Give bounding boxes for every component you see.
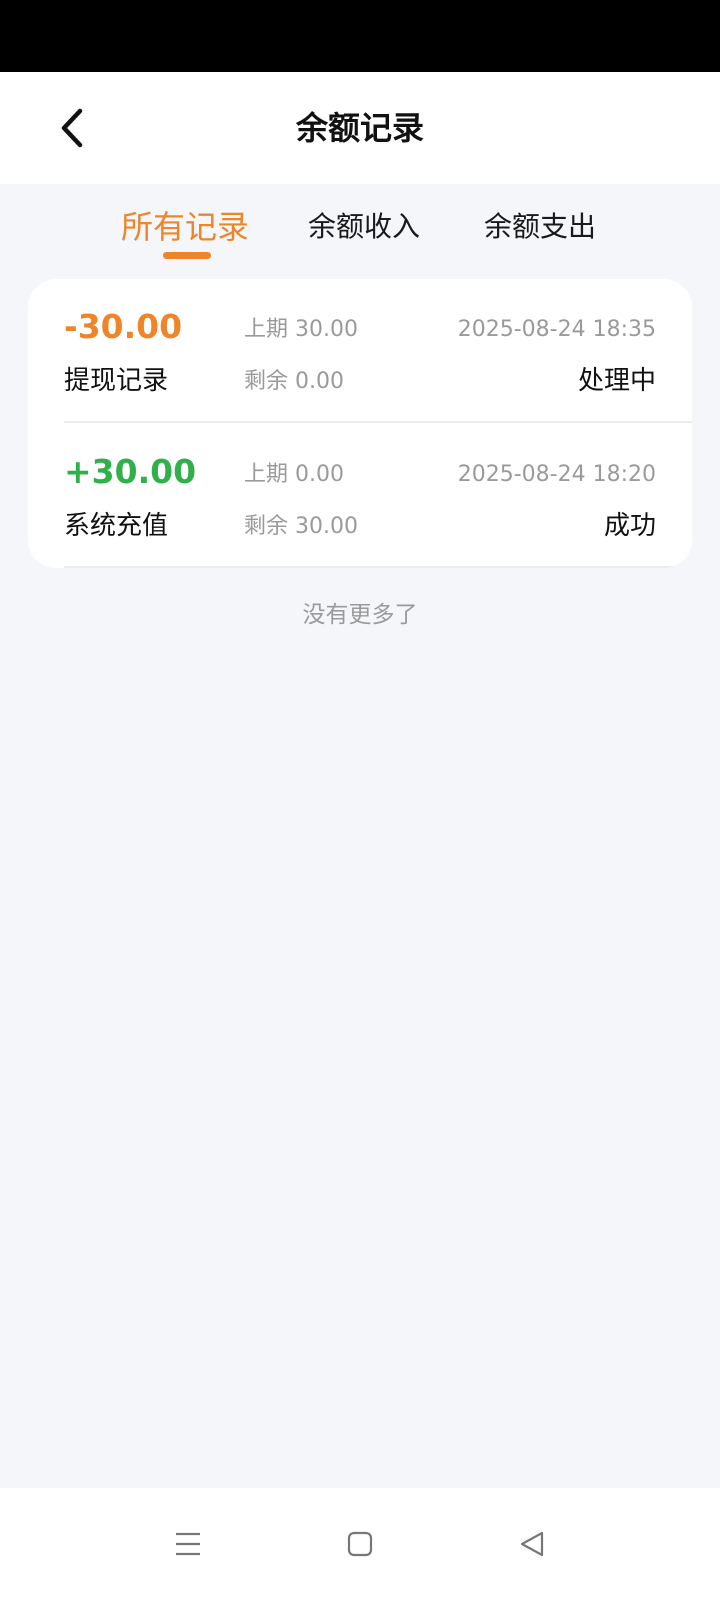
record-amount: -30.00: [64, 307, 183, 346]
record-status: 成功: [603, 511, 656, 541]
menu-icon: [176, 1532, 200, 1556]
tab-active-indicator: [163, 252, 211, 259]
record-prev-balance: 上期 30.00: [244, 317, 358, 342]
record-time: 2025-08-24 18:20: [457, 462, 656, 487]
home-square-icon: [347, 1531, 373, 1557]
tab-bar: 所有记录 余额收入 余额支出: [0, 184, 720, 274]
system-nav-bar: [0, 1488, 720, 1600]
divider: [64, 421, 692, 423]
list-item[interactable]: -30.00 提现记录 上期 30.00 剩余 0.00 2025-08-24 …: [28, 279, 692, 423]
triangle-back-icon: [520, 1531, 544, 1557]
nav-menu-button[interactable]: [160, 1516, 216, 1572]
records-card: -30.00 提现记录 上期 30.00 剩余 0.00 2025-08-24 …: [28, 279, 692, 568]
record-remaining-balance: 剩余 0.00: [244, 369, 344, 394]
back-button[interactable]: [40, 96, 104, 160]
divider: [64, 566, 692, 568]
record-time: 2025-08-24 18:35: [457, 317, 656, 342]
record-remaining-balance: 剩余 30.00: [244, 514, 358, 539]
record-prev-balance: 上期 0.00: [244, 462, 344, 487]
tab-balance-income[interactable]: 余额收入: [306, 202, 422, 252]
tab-balance-expense[interactable]: 余额支出: [482, 202, 598, 252]
chevron-left-icon: [61, 108, 83, 148]
record-status: 处理中: [577, 366, 656, 396]
list-end-text: 没有更多了: [302, 602, 418, 628]
header: 余额记录: [0, 72, 720, 184]
tab-all-records[interactable]: 所有记录: [120, 202, 250, 252]
screen: 余额记录 所有记录 余额收入 余额支出 -30.00 提现记录 上期 30.00…: [0, 0, 720, 1600]
record-amount: +30.00: [64, 452, 197, 491]
record-type: 提现记录: [64, 366, 169, 396]
nav-back-button[interactable]: [504, 1516, 560, 1572]
list-item[interactable]: +30.00 系统充值 上期 0.00 剩余 30.00 2025-08-24 …: [28, 424, 692, 568]
page-title: 余额记录: [295, 109, 424, 147]
record-type: 系统充值: [64, 511, 169, 541]
nav-home-button[interactable]: [332, 1516, 388, 1572]
status-bar: [0, 0, 720, 72]
